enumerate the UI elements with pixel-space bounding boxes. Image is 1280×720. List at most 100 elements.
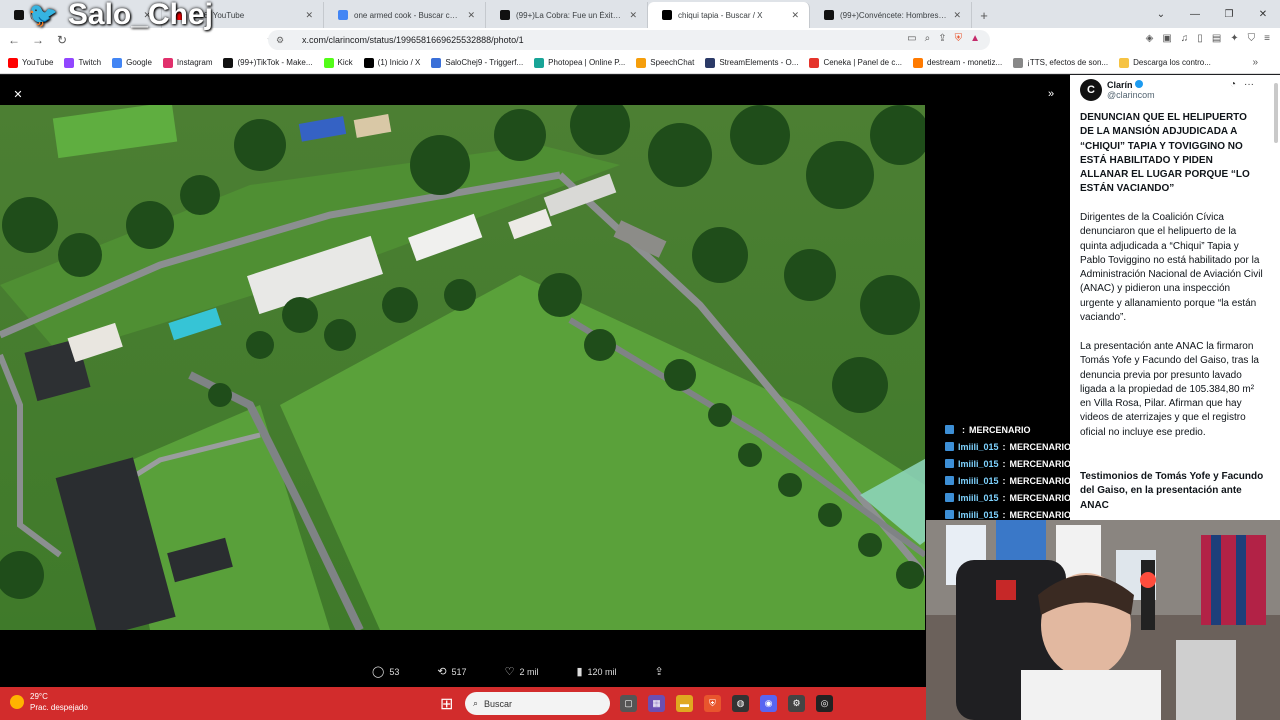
post-actions: ◯ 53 ⟲ 517 ♡ 2 mil ▮ 120 mil ⇪ [372,665,702,678]
bookmark-item[interactable]: Kick [323,57,353,68]
browser-tab[interactable]: (99+)Convéncete: Hombres Fieles en ✕ [810,2,972,28]
expand-panel-button[interactable]: » [1040,83,1062,105]
close-window-button[interactable]: ✕ [1246,0,1280,28]
reply-count: 53 [389,666,400,677]
bookmark-favicon-icon [363,57,374,68]
weather-widget[interactable]: 29°C Prac. despejado [10,691,88,713]
menu-icon[interactable]: ≡ [1264,33,1270,44]
taskbar-search[interactable]: ⌕ Buscar [465,692,610,715]
minimize-button[interactable]: — [1178,0,1212,28]
close-tab-icon[interactable]: ✕ [305,10,313,21]
brave-rewards-icon[interactable]: ▲ [970,33,980,44]
search-icon: ⌕ [473,698,479,708]
browser-tab[interactable]: (99+)La Cobra: Fue un Éxito Inespera ✕ [486,2,648,28]
chat-badge-icon [945,493,954,502]
new-tab-button[interactable]: + [972,2,996,28]
site-info-icon[interactable]: ⚙ [276,35,290,46]
music-icon[interactable]: ♫ [1181,33,1189,44]
reply-icon: ◯ [372,666,385,678]
bookmark-item[interactable]: Instagram [162,57,212,68]
bookmark-item[interactable]: YouTube [8,57,53,68]
bookmark-item[interactable]: Google [112,57,152,68]
bookmark-favicon-icon [162,57,173,68]
bookmarks-bar: YouTube Twitch Google Instagram (99+)Tik… [0,52,1280,74]
sidebar-icon[interactable]: ▯ [1197,33,1203,44]
streamer-watermark: 🐦 Salo_Chej [28,0,213,32]
repost-icon: ⟲ [437,666,447,678]
chat-badge-icon [945,459,954,468]
bookmark-item[interactable]: ¡TTS, efectos de son... [1013,57,1109,68]
tab-search-icon[interactable]: ⌄ [1144,0,1178,28]
extension-icon[interactable]: ▣ [1162,33,1171,44]
bookmark-item[interactable]: Twitch [64,57,102,68]
post-author[interactable]: C Clarín @clarincom [1080,79,1155,101]
bookmark-favicon-icon [8,57,18,68]
close-photo-button[interactable]: ✕ [7,83,29,105]
windows-taskbar: 29°C Prac. despejado ⊞ ⌕ Buscar ▢ ▦ ▬ ⛨ … [0,687,926,720]
forward-button[interactable]: → [28,30,48,50]
maximize-button[interactable]: ❐ [1212,0,1246,28]
reload-button[interactable]: ↻ [52,30,72,50]
bookmark-item[interactable]: Descarga los contro... [1119,57,1211,68]
share-icon[interactable]: ⇪ [938,33,946,44]
obs-icon[interactable]: ◎ [816,695,833,712]
tab-favicon-icon [338,10,348,20]
back-button[interactable]: ← [4,30,24,50]
tab-title: one armed cook - Buscar con Google [354,10,461,20]
repost-button[interactable]: ⟲ 517 [437,665,466,678]
wallet-icon[interactable]: ▤ [1212,33,1221,44]
brave-icon[interactable]: ⛨ [704,695,721,712]
repost-count: 517 [451,666,467,677]
share-button[interactable]: ⇪ [655,665,664,678]
bookmark-label: (99+)TikTok - Make... [237,58,313,67]
bookmark-item[interactable]: StreamElements - O... [705,57,798,68]
browser-tab[interactable]: one armed cook - Buscar con Google ✕ [324,2,486,28]
avatar[interactable]: C [1080,79,1102,101]
bookmark-label: ¡TTS, efectos de son... [1027,58,1109,67]
bookmark-label: Ceneka | Panel de c... [823,58,903,67]
aerial-estate-image [0,105,925,630]
scrollbar[interactable] [1274,83,1278,143]
settings-icon[interactable]: ⚙ [788,695,805,712]
app-icon[interactable]: ◍ [732,695,749,712]
bookmark-item[interactable]: (1) Inicio / X [363,57,420,68]
bookmark-item[interactable]: SpeechChat [636,57,694,68]
close-tab-icon[interactable]: ✕ [467,10,475,21]
vpn-icon[interactable]: ⛉ [1248,33,1256,44]
chat-text: MERCENARIO [1009,441,1072,452]
windows-start-icon[interactable]: ⊞ [440,694,453,714]
webcam-overlay [926,520,1280,720]
bookmark-item[interactable]: Ceneka | Panel de c... [809,57,903,68]
close-tab-icon[interactable]: ✕ [629,10,637,21]
views-button[interactable]: ▮ 120 mil [576,665,616,678]
address-bar[interactable]: ⚙ x.com/clarincom/status/199658166962553… [268,30,990,50]
bookmark-item[interactable]: destream - monetiz... [913,57,1003,68]
like-button[interactable]: ♡ 2 mil [505,665,539,678]
post-headline: DENUNCIAN QUE EL HELIPUERTO DE LA MANSIÓ… [1080,112,1250,195]
chat-badge-icon [945,510,954,519]
discord-icon[interactable]: ◉ [760,695,777,712]
reply-button[interactable]: ◯ 53 [372,665,399,678]
task-view-icon[interactable]: ▢ [620,695,637,712]
store-icon[interactable]: ▦ [648,695,665,712]
tab-favicon-icon [824,10,834,20]
close-tab-icon[interactable]: ✕ [953,10,961,21]
browser-tab[interactable]: chiqui tapia - Buscar / X ✕ [648,2,810,28]
bookmark-item[interactable]: (99+)TikTok - Make... [223,57,313,68]
brave-shield-icon[interactable]: ⛨ [955,33,963,44]
like-count: 2 mil [519,666,539,677]
more-bookmarks-icon[interactable]: » [1252,57,1258,68]
bookmark-item[interactable]: Photopea | Online P... [534,57,625,68]
cast-icon[interactable]: ▭ [907,33,916,44]
more-options-icon[interactable]: ··· [1244,79,1254,90]
watermark-text: Salo_Chej [67,0,213,31]
grok-icon[interactable]: ◔ [1230,79,1236,90]
leo-icon[interactable]: ✦ [1230,33,1238,44]
bookmark-item[interactable]: SaloChej9 - Triggerf... [431,57,523,68]
bookmark-label: Twitch [78,58,102,67]
bookmark-label: destream - monetiz... [927,58,1003,67]
extension-icon[interactable]: ◈ [1146,33,1154,44]
folder-icon[interactable]: ▬ [676,695,693,712]
zoom-icon[interactable]: ⌕ [925,33,931,44]
close-tab-icon[interactable]: ✕ [791,10,799,21]
